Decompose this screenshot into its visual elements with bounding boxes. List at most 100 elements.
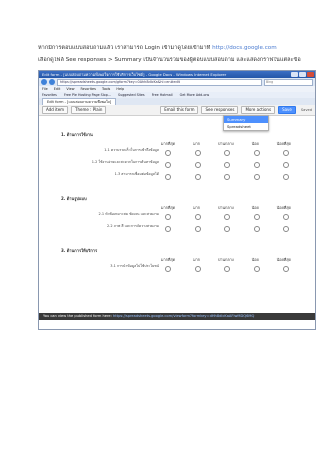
menu-file[interactable]: File xyxy=(42,87,48,91)
scale-label: มาก xyxy=(193,141,201,146)
favorites-item[interactable]: Suggested Sites xyxy=(118,93,145,97)
form-content: 1. ด้านการใช้งาน มากที่สุด มาก ปานกลาง น… xyxy=(39,125,315,329)
menu-favorites[interactable]: Favorites xyxy=(81,87,96,91)
radio-option[interactable] xyxy=(165,226,171,232)
radio-option[interactable] xyxy=(224,214,230,220)
published-form-bar: You can view the published form here: ht… xyxy=(39,313,315,320)
section-title: 2. ด้านรูปแบบ xyxy=(61,196,87,201)
save-button[interactable]: Save xyxy=(278,106,296,114)
close-icon[interactable] xyxy=(307,72,314,77)
radio-option[interactable] xyxy=(224,174,230,180)
radio-group xyxy=(165,266,289,272)
radio-option[interactable] xyxy=(253,162,260,168)
url-input[interactable]: https://spreadsheets.google.com/gform?ke… xyxy=(57,78,262,86)
favorites-item[interactable]: Free Hotmail xyxy=(152,93,173,97)
question-label: 2.1 หัวข้อเหมาะสม ชัดเจน และสวยงาม xyxy=(98,212,159,216)
question-label: 2.2 ภาพ สี และการจัดวางสวยงาม xyxy=(107,224,159,228)
radio-option[interactable] xyxy=(194,226,201,232)
radio-option[interactable] xyxy=(283,174,289,180)
scale-header: มากที่สุด มาก ปานกลาง น้อย น้อยที่สุด xyxy=(161,257,291,263)
scale-label: มาก xyxy=(193,205,201,210)
scale-label: มาก xyxy=(193,257,201,262)
scale-label: น้อย xyxy=(251,141,259,146)
scale-label: มากที่สุด xyxy=(161,205,176,210)
menu-help[interactable]: Help xyxy=(116,87,124,91)
menu-item-summary[interactable]: Summary xyxy=(224,116,268,123)
published-link[interactable]: https://spreadsheets.google.com/viewform… xyxy=(113,314,254,318)
radio-option[interactable] xyxy=(194,266,201,272)
scale-label: ปานกลาง xyxy=(217,141,234,146)
question-label: 1.2 ใช้งานง่ายและสะดวกในการค้นหาข้อมูล xyxy=(91,160,159,164)
add-item-button[interactable]: Add item xyxy=(42,106,69,114)
form-section: 1. ด้านการใช้งาน มากที่สุด มาก ปานกลาง น… xyxy=(61,131,293,180)
screenshot-frame: Edit form - [แบบสอบถามความพึงพอใจการใช้บ… xyxy=(38,70,316,330)
radio-option[interactable] xyxy=(165,162,171,168)
radio-option[interactable] xyxy=(165,150,171,156)
back-icon[interactable] xyxy=(41,79,47,85)
scale-label: มากที่สุด xyxy=(161,257,176,262)
question-row: 1.3 สามารถเชื่อมต่อข้อมูลได้ xyxy=(61,172,293,183)
menu-view[interactable]: View xyxy=(66,87,74,91)
theme-button[interactable]: Theme : Plain xyxy=(71,106,107,114)
question-row: 3.1 การนำข้อมูลไปใช้ประโยชน์ xyxy=(61,264,293,275)
radio-option[interactable] xyxy=(253,150,260,156)
caption-link[interactable]: http://docs.google.com xyxy=(212,45,277,51)
email-form-button[interactable]: Email this form xyxy=(160,106,199,114)
favorites-item[interactable]: Get More Add-ons xyxy=(180,93,210,97)
minimize-icon[interactable] xyxy=(291,72,298,77)
form-section: 3. ด้านการให้บริการ มากที่สุด มาก ปานกลา… xyxy=(61,247,293,272)
radio-option[interactable] xyxy=(165,214,171,220)
radio-option[interactable] xyxy=(253,174,260,180)
form-section: 2. ด้านรูปแบบ มากที่สุด มาก ปานกลาง น้อย… xyxy=(61,195,293,232)
radio-option[interactable] xyxy=(194,214,201,220)
radio-group xyxy=(165,174,289,180)
question-row: 1.1 ความรวดเร็วในการเข้าถึงข้อมูล xyxy=(61,148,293,159)
tab-bar: Edit form - [แบบสอบถามความพึงพอใจ] xyxy=(39,98,315,105)
radio-option[interactable] xyxy=(224,162,230,168)
radio-option[interactable] xyxy=(224,226,230,232)
menu-item-spreadsheet[interactable]: Spreadsheet xyxy=(224,123,268,130)
radio-option[interactable] xyxy=(165,266,171,272)
question-label: 3.1 การนำข้อมูลไปใช้ประโยชน์ xyxy=(110,264,159,268)
radio-option[interactable] xyxy=(253,214,260,220)
radio-option[interactable] xyxy=(283,162,289,168)
radio-option[interactable] xyxy=(224,266,230,272)
favorites-item[interactable]: Favorites xyxy=(42,93,57,97)
scale-label: น้อย xyxy=(251,257,259,262)
radio-option[interactable] xyxy=(194,174,201,180)
forward-icon[interactable] xyxy=(49,79,55,85)
responses-dropdown: Summary Spreadsheet xyxy=(223,115,269,131)
radio-option[interactable] xyxy=(283,266,289,272)
more-actions-button[interactable]: More actions xyxy=(241,106,276,114)
see-responses-button[interactable]: See responses xyxy=(201,106,239,114)
window-controls xyxy=(291,72,314,77)
caption-line-1: หากมีการตอบแบบสอบถามแล้ว เราสามารถ Login… xyxy=(38,45,314,52)
radio-option[interactable] xyxy=(283,226,289,232)
address-bar: https://spreadsheets.google.com/gform?ke… xyxy=(39,78,315,86)
radio-option[interactable] xyxy=(253,266,260,272)
favorites-item[interactable]: Free Ple Hosting Page Slop... xyxy=(64,93,111,97)
window-title: Edit form - [แบบสอบถามความพึงพอใจการใช้บ… xyxy=(42,72,227,77)
radio-option[interactable] xyxy=(283,214,289,220)
radio-option[interactable] xyxy=(253,226,260,232)
scale-header: มากที่สุด มาก ปานกลาง น้อย น้อยที่สุด xyxy=(161,141,291,147)
question-row: 2.1 หัวข้อเหมาะสม ชัดเจน และสวยงาม xyxy=(61,212,293,223)
radio-group xyxy=(165,226,289,232)
tab-edit-form[interactable]: Edit form - [แบบสอบถามความพึงพอใจ] xyxy=(42,98,117,105)
saved-status: Saved xyxy=(300,108,312,112)
scale-label: น้อยที่สุด xyxy=(276,257,291,262)
scale-label: น้อยที่สุด xyxy=(276,141,291,146)
search-input[interactable]: Bing xyxy=(264,78,313,86)
menu-tools[interactable]: Tools xyxy=(102,87,110,91)
radio-option[interactable] xyxy=(224,150,230,156)
menu-edit[interactable]: Edit xyxy=(54,87,61,91)
radio-option[interactable] xyxy=(194,162,201,168)
radio-option[interactable] xyxy=(165,174,171,180)
caption-text: หากมีการตอบแบบสอบถามแล้ว เราสามารถ Login… xyxy=(38,45,211,51)
radio-group xyxy=(165,214,289,220)
radio-option[interactable] xyxy=(283,150,289,156)
radio-option[interactable] xyxy=(194,150,201,156)
question-row: 1.2 ใช้งานง่ายและสะดวกในการค้นหาข้อมูล xyxy=(61,160,293,171)
caption-line-2: เลือกดูไฟล์ See responses > Summary เป็น… xyxy=(38,57,301,63)
maximize-icon[interactable] xyxy=(299,72,306,77)
